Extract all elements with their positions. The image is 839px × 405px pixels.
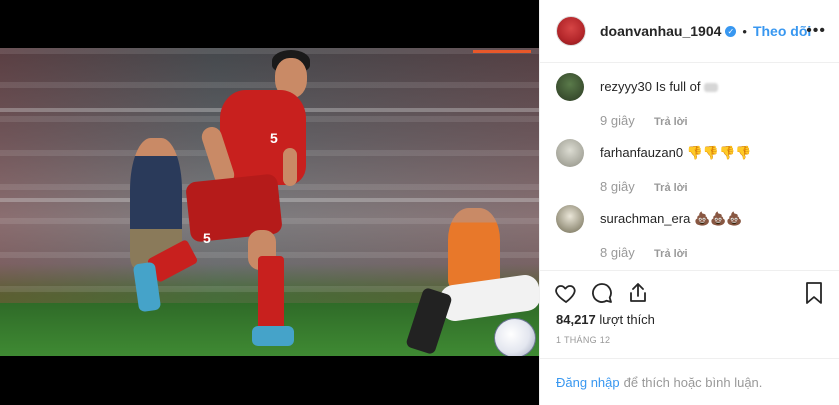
login-prompt-text: để thích hoặc bình luận. (623, 374, 763, 390)
post-actions: 84,217 lượt thích 1 THÁNG 12 (540, 270, 839, 358)
post-panel: doanvanhau_1904 ✓ • Theo dõi ••• rezyyy3… (539, 0, 839, 405)
comment-meta: 9 giây Trả lời (600, 113, 688, 128)
comment-text: rezyyy30 Is full of (600, 79, 719, 94)
player-boot (252, 326, 294, 346)
media-viewer: 5 5 (0, 0, 539, 405)
commenter-username[interactable]: rezyyy30 (600, 79, 652, 94)
follow-button[interactable]: Theo dõi (753, 23, 811, 39)
steward-figure (448, 208, 500, 288)
post-photo[interactable]: 5 5 (0, 48, 539, 356)
scoreboard-strip (473, 50, 531, 53)
login-prompt: Đăng nhập để thích hoặc bình luận. (540, 358, 839, 405)
blurred-word (704, 83, 719, 93)
author-avatar[interactable] (556, 16, 586, 46)
more-options-icon[interactable]: ••• (806, 22, 826, 40)
comment-text: surachman_era 💩💩💩 (600, 211, 743, 227)
heart-icon[interactable] (554, 281, 578, 305)
post-header: doanvanhau_1904 ✓ • Theo dõi ••• (540, 0, 839, 63)
commenter-avatar[interactable] (556, 139, 584, 167)
bookmark-icon[interactable] (802, 281, 826, 305)
header-separator: • (742, 23, 747, 39)
comment-time[interactable]: 8 giây (600, 179, 635, 194)
likes-count[interactable]: 84,217 lượt thích (556, 312, 655, 327)
reply-button[interactable]: Trả lời (654, 182, 688, 194)
likes-label: lượt thích (599, 312, 655, 327)
commenter-avatar[interactable] (556, 205, 584, 233)
comment-time[interactable]: 8 giây (600, 245, 635, 260)
comment-time[interactable]: 9 giây (600, 113, 635, 128)
comment-meta: 8 giây Trả lời (600, 245, 688, 260)
comment-meta: 8 giây Trả lời (600, 179, 688, 194)
share-icon[interactable] (626, 281, 650, 305)
commenter-username[interactable]: surachman_era (600, 211, 690, 226)
comment-body: Is full of (655, 79, 701, 94)
player-sock (258, 256, 284, 331)
post-date[interactable]: 1 THÁNG 12 (556, 335, 610, 345)
verified-badge-icon: ✓ (725, 25, 737, 37)
comment-text: farhanfauzan0 👎👎👎👎 (600, 145, 752, 161)
comments-list[interactable]: rezyyy30 Is full of 9 giây Trả lời farha… (540, 63, 839, 270)
jersey-number: 5 (270, 130, 278, 146)
comment-icon[interactable] (590, 281, 614, 305)
soccer-ball (494, 318, 536, 356)
login-link[interactable]: Đăng nhập (556, 375, 620, 390)
shorts-number: 5 (203, 230, 211, 246)
comment-body: 💩💩💩 (693, 211, 743, 226)
commenter-username[interactable]: farhanfauzan0 (600, 145, 683, 160)
reply-button[interactable]: Trả lời (654, 116, 688, 128)
player-arm (283, 148, 297, 186)
comment-body: 👎👎👎👎 (686, 145, 752, 160)
reply-button[interactable]: Trả lời (654, 248, 688, 260)
likes-number: 84,217 (556, 312, 596, 327)
action-icons (554, 281, 650, 309)
author-username[interactable]: doanvanhau_1904 (600, 23, 721, 39)
commenter-avatar[interactable] (556, 73, 584, 101)
